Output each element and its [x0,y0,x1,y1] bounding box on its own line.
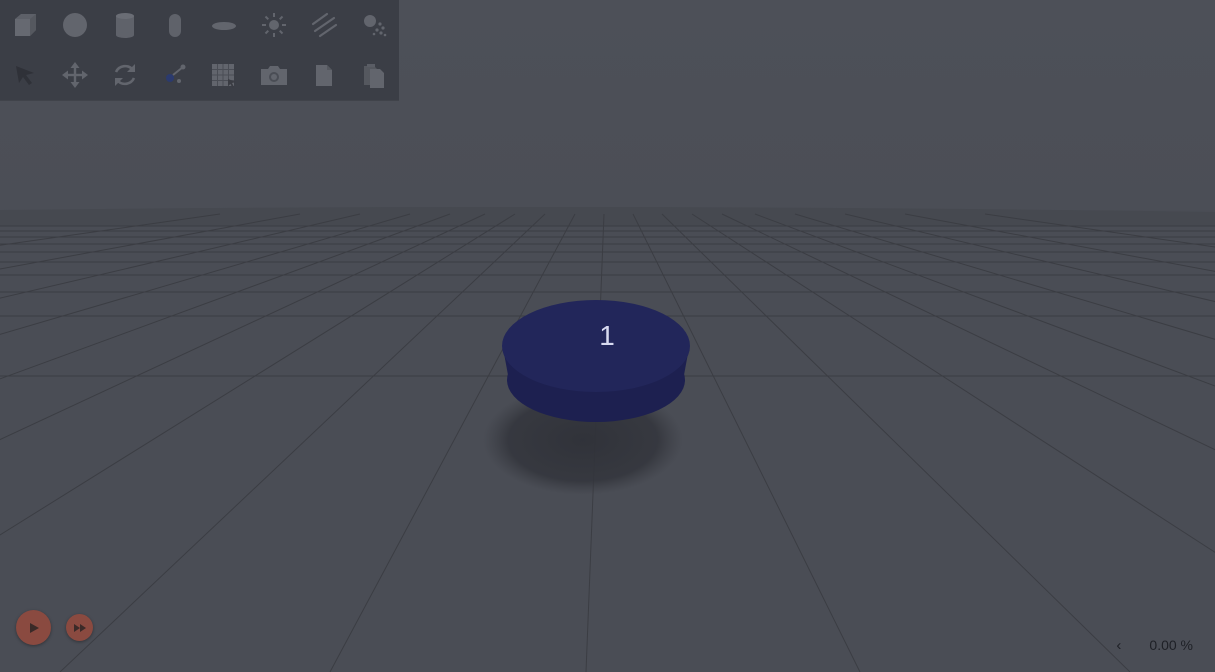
collapse-chevron-icon[interactable]: ‹ [1116,637,1121,654]
fast-forward-icon [73,623,86,632]
add-directional-light-button[interactable] [299,0,349,50]
directional-light-icon [312,12,338,38]
toolbar-row-create [0,0,399,50]
select-mode-button[interactable] [0,50,50,100]
select-arrow-icon [15,66,34,85]
object-label: 1 [599,320,615,351]
tool-palette [0,0,399,100]
add-cylinder-button[interactable] [100,0,150,50]
add-box-button[interactable] [0,0,50,50]
rotate-mode-button[interactable] [100,50,150,100]
screenshot-button[interactable] [249,50,299,100]
paste-icon [364,64,385,88]
grid-snap-icon [212,64,237,88]
play-icon [29,622,39,633]
translate-icon [61,62,88,88]
progress-value: 0.00 % [1149,637,1193,653]
camera-icon [261,66,288,85]
scale-mode-button[interactable] [150,50,200,100]
add-spot-light-button[interactable] [349,0,399,50]
toolbar-row-edit [0,50,399,100]
translate-mode-button[interactable] [50,50,100,100]
play-button[interactable] [16,610,51,645]
add-sun-light-button[interactable] [249,0,299,50]
ellipsoid-icon [212,22,237,30]
paste-button[interactable] [349,50,399,100]
progress-readout: ‹ 0.00 % [1116,636,1193,654]
sun-light-icon [262,13,287,37]
add-capsule-button[interactable] [150,0,200,50]
copy-button[interactable] [299,50,349,100]
3d-viewport[interactable]: 1 ‹ 0.00 % [0,0,1215,672]
rotate-icon [114,64,135,86]
copy-icon [316,65,333,86]
cylinder-icon [115,13,134,38]
add-sphere-button[interactable] [50,0,100,50]
fast-forward-button[interactable] [66,614,93,641]
sphere-icon [62,13,87,37]
box-icon [14,14,36,36]
grid-snap-button[interactable] [200,50,250,100]
scale-icon [165,64,186,83]
spot-light-icon [364,15,387,37]
capsule-icon [168,14,181,37]
add-ellipsoid-button[interactable] [200,0,250,50]
horizon-band [0,206,1215,226]
